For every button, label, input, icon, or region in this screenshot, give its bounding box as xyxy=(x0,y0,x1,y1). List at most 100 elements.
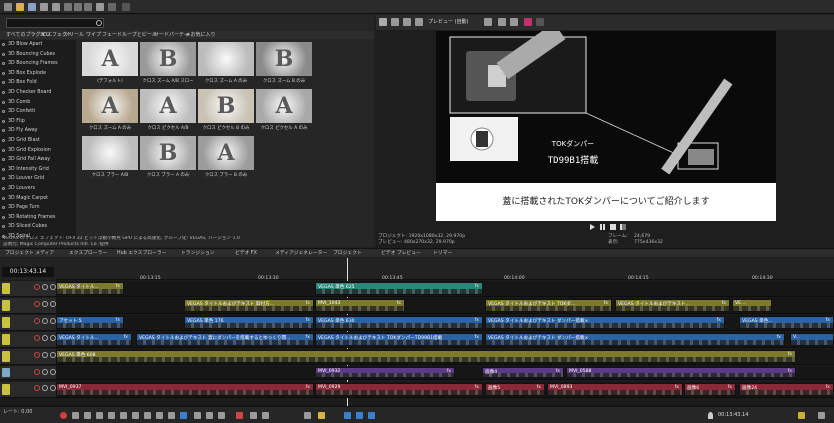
normal-edit-tool-icon[interactable] xyxy=(180,412,187,419)
paste-icon[interactable] xyxy=(84,3,92,11)
history-icon[interactable] xyxy=(122,3,130,11)
clip-fx-icon[interactable]: fx xyxy=(556,369,560,374)
open-folder-icon[interactable] xyxy=(16,3,24,11)
stop-icon[interactable] xyxy=(120,412,127,419)
dock-tab[interactable]: プロジェクト xyxy=(330,249,365,258)
clip-fx-icon[interactable]: fx xyxy=(124,335,128,340)
timeline-clip[interactable]: VEGAS 単色 608 fx xyxy=(56,350,796,363)
effect-list-item[interactable]: 3D Bouncing Cubes xyxy=(0,50,76,60)
play-icon[interactable] xyxy=(96,412,103,419)
track-color-grip[interactable] xyxy=(2,317,10,328)
record-icon[interactable] xyxy=(60,412,67,419)
timeline-clip[interactable]: VEGAS タイトルおよびテキスト... fx xyxy=(615,299,730,312)
preset-thumbnail[interactable]: A xyxy=(256,89,312,123)
track-header[interactable] xyxy=(0,366,56,380)
effect-list-item[interactable]: 3D Grid Explosion xyxy=(0,146,76,156)
timeline-clip[interactable]: MVI_0588 fx xyxy=(566,367,796,378)
track-color-grip[interactable] xyxy=(2,351,10,362)
timeline-clip[interactable]: アセット 5 fx xyxy=(56,316,124,329)
track-color-grip[interactable] xyxy=(2,300,10,311)
timeline-clip[interactable]: VEGAS タイトル... fx xyxy=(56,333,132,346)
effect-list-item[interactable]: 3D Bouncing Frames xyxy=(0,59,76,69)
clip-fx-icon[interactable]: fx xyxy=(397,301,401,306)
effect-list-item[interactable]: 3D Box Explode xyxy=(0,69,76,79)
track-body[interactable]: アセット 5 fx VEGAS 単色 176 fx VEGAS 単色 630 fx VEGA… xyxy=(56,315,834,331)
effect-list-item[interactable]: 3D Flip xyxy=(0,117,76,127)
go-to-end-icon[interactable] xyxy=(144,412,151,419)
solo-icon[interactable] xyxy=(42,284,48,290)
delete-icon[interactable] xyxy=(236,412,243,419)
mute-icon[interactable] xyxy=(34,335,40,341)
effect-list-item[interactable]: 3D Louvers xyxy=(0,184,76,194)
more-icon[interactable] xyxy=(536,18,544,26)
timeline-clip[interactable]: VEGAS タイトルおよびテキスト 蓋にダンパーを搭載するとゆっくり閉... fx xyxy=(136,333,314,346)
settings-icon[interactable] xyxy=(818,412,825,419)
mute-icon[interactable] xyxy=(34,352,40,358)
fx-icon[interactable] xyxy=(403,18,411,26)
preset-thumbnail[interactable]: A xyxy=(140,89,196,123)
undo-icon[interactable] xyxy=(96,3,104,11)
track-color-grip[interactable] xyxy=(2,384,10,395)
effect-list-item[interactable]: 3D Comb xyxy=(0,98,76,108)
selection-tool-icon[interactable] xyxy=(206,412,213,419)
split-icon[interactable] xyxy=(262,412,269,419)
track-body[interactable]: MVI_0932 fx 画像4 fx MVI_0588 fx xyxy=(56,366,834,380)
redo-icon[interactable] xyxy=(108,3,116,11)
auto-crossfade-icon[interactable] xyxy=(356,412,363,419)
mute-icon[interactable] xyxy=(34,385,40,391)
clip-fx-icon[interactable]: fx xyxy=(116,318,120,323)
mute-icon[interactable] xyxy=(34,369,40,375)
timeline-clip[interactable]: MVI_0893 fx xyxy=(547,383,683,396)
external-monitor-icon[interactable] xyxy=(391,18,399,26)
timeline-clip[interactable]: VEGAS 単色 625 fx xyxy=(315,282,483,295)
preset-thumbnail[interactable]: B xyxy=(198,89,254,123)
track-header[interactable] xyxy=(0,298,56,314)
copy-snapshot-icon[interactable] xyxy=(498,18,506,26)
clip-fx-icon[interactable]: fx xyxy=(777,335,781,340)
clip-fx-icon[interactable]: fx xyxy=(306,301,310,306)
effect-list-item[interactable]: 3D Box Fold xyxy=(0,78,76,88)
solo-icon[interactable] xyxy=(42,318,48,324)
track-color-grip[interactable] xyxy=(2,368,10,377)
timeline-clip[interactable]: VE... xyxy=(732,299,772,312)
clip-fx-icon[interactable]: fx xyxy=(475,284,479,289)
timeline-clip[interactable]: VEGAS タイトルおよびテキスト ダンパー搭載× fx xyxy=(485,333,785,346)
plugin-filter-tab[interactable]: ★お気に入り xyxy=(184,31,217,39)
clip-fx-icon[interactable]: fx xyxy=(475,318,479,323)
effect-list-item[interactable]: 3D Confetti xyxy=(0,107,76,117)
track-header[interactable] xyxy=(0,332,56,348)
timeline-clip[interactable]: MVI_0929 fx xyxy=(315,383,483,396)
timeline-clip[interactable]: 画像6 fx xyxy=(684,383,736,396)
next-frame-icon[interactable] xyxy=(620,224,626,230)
track-header[interactable] xyxy=(0,281,56,297)
loop-region-icon[interactable] xyxy=(798,412,805,419)
play-from-start-icon[interactable] xyxy=(84,412,91,419)
clip-fx-icon[interactable]: fx xyxy=(306,385,310,390)
timeline-clip[interactable]: VEGAS 単色... fx xyxy=(739,316,834,329)
timeline-clip[interactable]: MVI_0937 fx xyxy=(56,383,314,396)
preset-thumbnail[interactable]: A xyxy=(82,89,138,123)
envelope-tool-icon[interactable] xyxy=(194,412,201,419)
stop-icon[interactable] xyxy=(610,224,616,230)
clip-fx-icon[interactable]: fx xyxy=(447,369,451,374)
effect-list-item[interactable]: 3D Magic Carpet xyxy=(0,194,76,204)
clip-fx-icon[interactable]: fx xyxy=(475,335,479,340)
prev-frame-icon[interactable] xyxy=(156,412,163,419)
timeline-clip[interactable]: VEGAS タイトルおよびテキスト TOKダンパーTD99B1搭載 fx xyxy=(315,333,483,346)
clip-fx-icon[interactable]: fx xyxy=(826,385,830,390)
timeline-clip[interactable]: VEGAS タイトルおよびテキスト TOKダ... fx xyxy=(485,299,612,312)
solo-icon[interactable] xyxy=(42,385,48,391)
timeline-clip[interactable]: VEGAS 単色 176 fx xyxy=(184,316,314,329)
solo-icon[interactable] xyxy=(42,335,48,341)
zoom-tool-icon[interactable] xyxy=(218,412,225,419)
clip-fx-icon[interactable]: fx xyxy=(722,301,726,306)
clip-fx-icon[interactable]: fx xyxy=(717,318,721,323)
time-ruler[interactable]: 00:13:15 00:13:30 00:13:45 00:14:00 00:14:15… xyxy=(56,258,834,281)
save-snapshot-icon[interactable] xyxy=(510,18,518,26)
marker-icon[interactable] xyxy=(318,412,325,419)
timeline-clip[interactable]: 画像4 fx xyxy=(482,367,564,378)
mute-icon[interactable] xyxy=(34,301,40,307)
timeline-clip[interactable]: VEGAS タイトルおよびテキスト ダンパー搭載× fx xyxy=(485,316,725,329)
clip-fx-icon[interactable]: fx xyxy=(475,385,479,390)
timeline-clip[interactable]: V... xyxy=(790,333,834,346)
